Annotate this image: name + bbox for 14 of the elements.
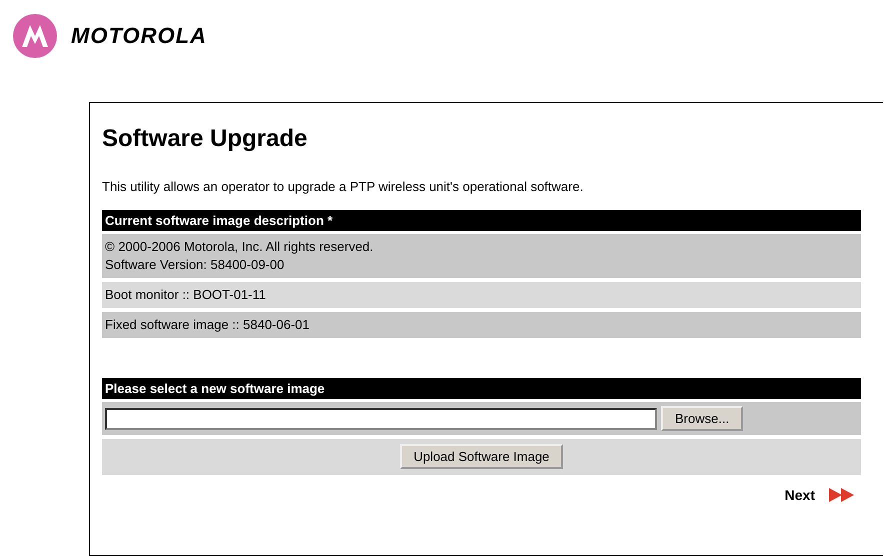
info-row: © 2000-2006 Motorola, Inc. All rights reserved. Software Version: 58400-09-00 xyxy=(102,234,861,278)
info-row: Fixed software image :: 5840-06-01 xyxy=(102,312,861,338)
next-link[interactable]: Next xyxy=(784,487,815,503)
browse-button[interactable]: Browse... xyxy=(661,406,744,431)
intro-text: This utility allows an operator to upgrade a PTP wireless unit's operational software. xyxy=(102,179,584,194)
section-header: Current software image description * xyxy=(102,210,861,231)
section-header: Please select a new software image xyxy=(102,378,861,399)
file-path-field[interactable] xyxy=(105,408,657,430)
double-arrow-icon[interactable] xyxy=(829,488,855,502)
logo-text: MOTOROLA xyxy=(71,23,207,49)
upload-button[interactable]: Upload Software Image xyxy=(400,444,564,469)
page-title: Software Upgrade xyxy=(102,125,308,154)
info-row: Boot monitor :: BOOT-01-11 xyxy=(102,282,861,308)
logo-icon xyxy=(13,14,57,58)
